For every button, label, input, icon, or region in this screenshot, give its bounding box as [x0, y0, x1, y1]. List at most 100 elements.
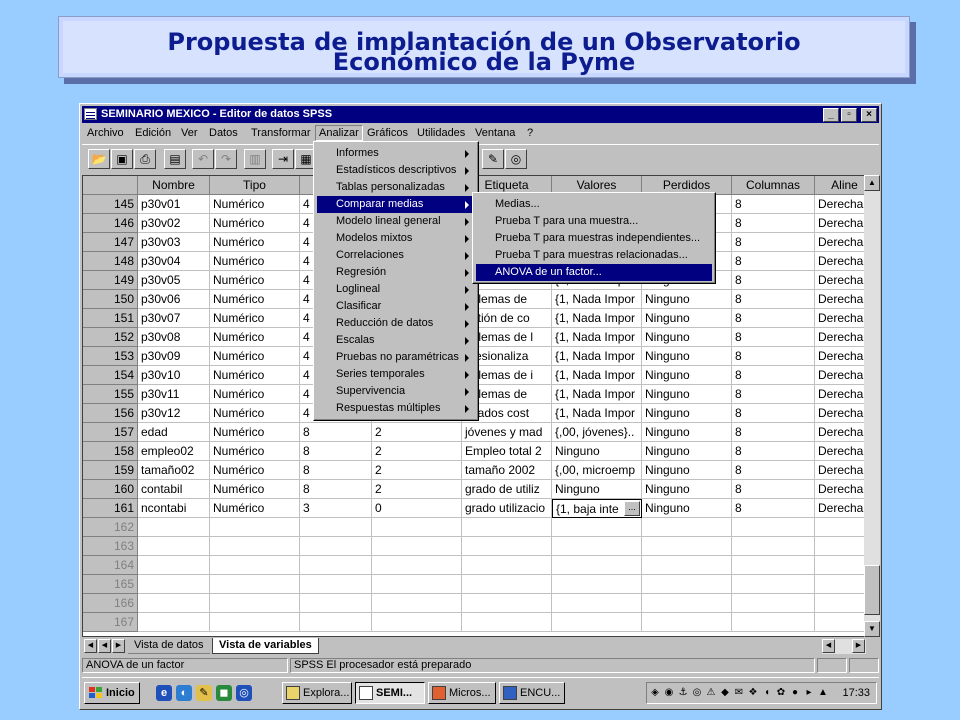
browser-icon[interactable]: e [156, 685, 172, 701]
table-cell[interactable] [815, 556, 866, 575]
row-number[interactable]: 147 [83, 233, 138, 252]
goto-chart-icon[interactable]: ▥ [244, 149, 266, 169]
tray-icon-12[interactable]: ▸ [803, 686, 815, 700]
menu-item[interactable]: Escalas [317, 332, 475, 349]
tray-icon-4[interactable]: ◎ [691, 686, 703, 700]
table-cell[interactable]: jóvenes y mad [462, 423, 552, 442]
table-cell[interactable]: 3 [300, 499, 372, 518]
open-folder-icon[interactable]: 📂 [88, 149, 110, 169]
menu-datos[interactable]: Datos [206, 126, 241, 140]
row-number[interactable]: 160 [83, 480, 138, 499]
table-cell[interactable] [732, 594, 815, 613]
table-cell[interactable] [138, 537, 210, 556]
table-cell[interactable]: Derecha [815, 385, 866, 404]
channels-icon[interactable]: ◎ [236, 685, 252, 701]
task-spss[interactable]: SEMI... [355, 682, 425, 704]
table-cell[interactable] [138, 613, 210, 632]
table-cell[interactable] [138, 575, 210, 594]
table-cell[interactable] [732, 537, 815, 556]
table-cell[interactable] [815, 537, 866, 556]
table-cell[interactable] [732, 556, 815, 575]
table-cell[interactable] [462, 594, 552, 613]
table-cell[interactable]: 8 [732, 385, 815, 404]
table-cell[interactable]: {1, Nada Impor [552, 404, 642, 423]
table-cell[interactable]: Numérico [210, 290, 300, 309]
table-cell[interactable]: Ninguno [552, 442, 642, 461]
table-cell[interactable]: ncontabi [138, 499, 210, 518]
table-cell[interactable]: 8 [732, 271, 815, 290]
table-cell[interactable]: grado de utiliz [462, 480, 552, 499]
row-number[interactable]: 167 [83, 613, 138, 632]
table-cell[interactable] [552, 556, 642, 575]
table-cell[interactable]: Ninguno [642, 290, 732, 309]
table-cell[interactable]: Ninguno [642, 366, 732, 385]
table-cell[interactable]: Numérico [210, 499, 300, 518]
table-cell[interactable]: p30v04 [138, 252, 210, 271]
col-header-nombre[interactable]: Nombre [138, 176, 210, 195]
submenu-item[interactable]: Prueba T para muestras relacionadas... [476, 247, 712, 264]
table-cell[interactable]: Numérico [210, 195, 300, 214]
table-cell[interactable] [210, 556, 300, 575]
tray-icon-13[interactable]: ▲ [817, 686, 829, 700]
table-cell[interactable]: 8 [300, 442, 372, 461]
table-cell[interactable] [732, 613, 815, 632]
menu-item[interactable]: Modelos mixtos [317, 230, 475, 247]
table-cell[interactable]: 8 [732, 214, 815, 233]
table-cell[interactable] [462, 556, 552, 575]
table-cell[interactable]: Numérico [210, 480, 300, 499]
row-number[interactable]: 158 [83, 442, 138, 461]
tab-data-view[interactable]: Vista de datos [128, 638, 210, 654]
menu-transformar[interactable]: Transformar [248, 126, 314, 140]
table-cell[interactable]: p30v05 [138, 271, 210, 290]
table-cell[interactable]: p30v01 [138, 195, 210, 214]
table-cell[interactable]: Numérico [210, 233, 300, 252]
table-cell[interactable]: 0 [372, 499, 462, 518]
table-cell[interactable]: 8 [732, 347, 815, 366]
table-cell[interactable] [138, 556, 210, 575]
menu-item[interactable]: Pruebas no paramétricas [317, 349, 475, 366]
table-cell[interactable]: 2 [372, 461, 462, 480]
table-cell[interactable] [210, 594, 300, 613]
table-cell[interactable]: p30v02 [138, 214, 210, 233]
scroll-down-icon[interactable]: ▼ [864, 621, 880, 637]
table-cell[interactable]: Numérico [210, 328, 300, 347]
table-cell[interactable] [372, 556, 462, 575]
table-cell[interactable] [300, 575, 372, 594]
table-cell[interactable] [642, 575, 732, 594]
table-cell[interactable]: 8 [300, 480, 372, 499]
minimize-button[interactable]: _ [823, 108, 839, 122]
table-cell[interactable]: {1, Nada Impor [552, 328, 642, 347]
menu-item[interactable]: Correlaciones [317, 247, 475, 264]
table-cell[interactable]: grado utilizacio [462, 499, 552, 518]
table-cell[interactable] [372, 575, 462, 594]
scroll-thumb[interactable] [864, 565, 880, 615]
menu-edicion[interactable]: Edición [132, 126, 174, 140]
row-number[interactable]: 151 [83, 309, 138, 328]
menu-item[interactable]: Comparar medias [317, 196, 475, 213]
table-cell[interactable] [642, 537, 732, 556]
print-icon[interactable]: ⎙ [134, 149, 156, 169]
table-cell[interactable] [552, 575, 642, 594]
table-cell[interactable]: tamaño02 [138, 461, 210, 480]
table-cell[interactable]: Derecha [815, 290, 866, 309]
table-cell[interactable]: p30v06 [138, 290, 210, 309]
table-cell[interactable]: Numérico [210, 461, 300, 480]
table-cell[interactable] [300, 613, 372, 632]
table-cell[interactable]: Numérico [210, 252, 300, 271]
table-cell[interactable]: Ninguno [642, 480, 732, 499]
table-cell[interactable] [462, 613, 552, 632]
row-number[interactable]: 166 [83, 594, 138, 613]
table-cell[interactable]: 8 [732, 328, 815, 347]
table-cell[interactable]: {,00, microemp [552, 461, 642, 480]
table-cell[interactable]: Numérico [210, 347, 300, 366]
value-labels-icon[interactable]: ✎ [482, 149, 504, 169]
tray-icon-2[interactable]: ◉ [663, 686, 675, 700]
tray-icon-1[interactable]: ◈ [649, 686, 661, 700]
submenu-item[interactable]: Prueba T para muestras independientes... [476, 230, 712, 247]
table-cell[interactable]: Ninguno [552, 480, 642, 499]
table-cell[interactable]: tamaño 2002 [462, 461, 552, 480]
values-dialog-button[interactable]: ... [624, 501, 640, 516]
table-cell[interactable] [815, 518, 866, 537]
table-cell[interactable]: Ninguno [642, 442, 732, 461]
first-tab-icon[interactable]: ◀ [84, 639, 97, 653]
